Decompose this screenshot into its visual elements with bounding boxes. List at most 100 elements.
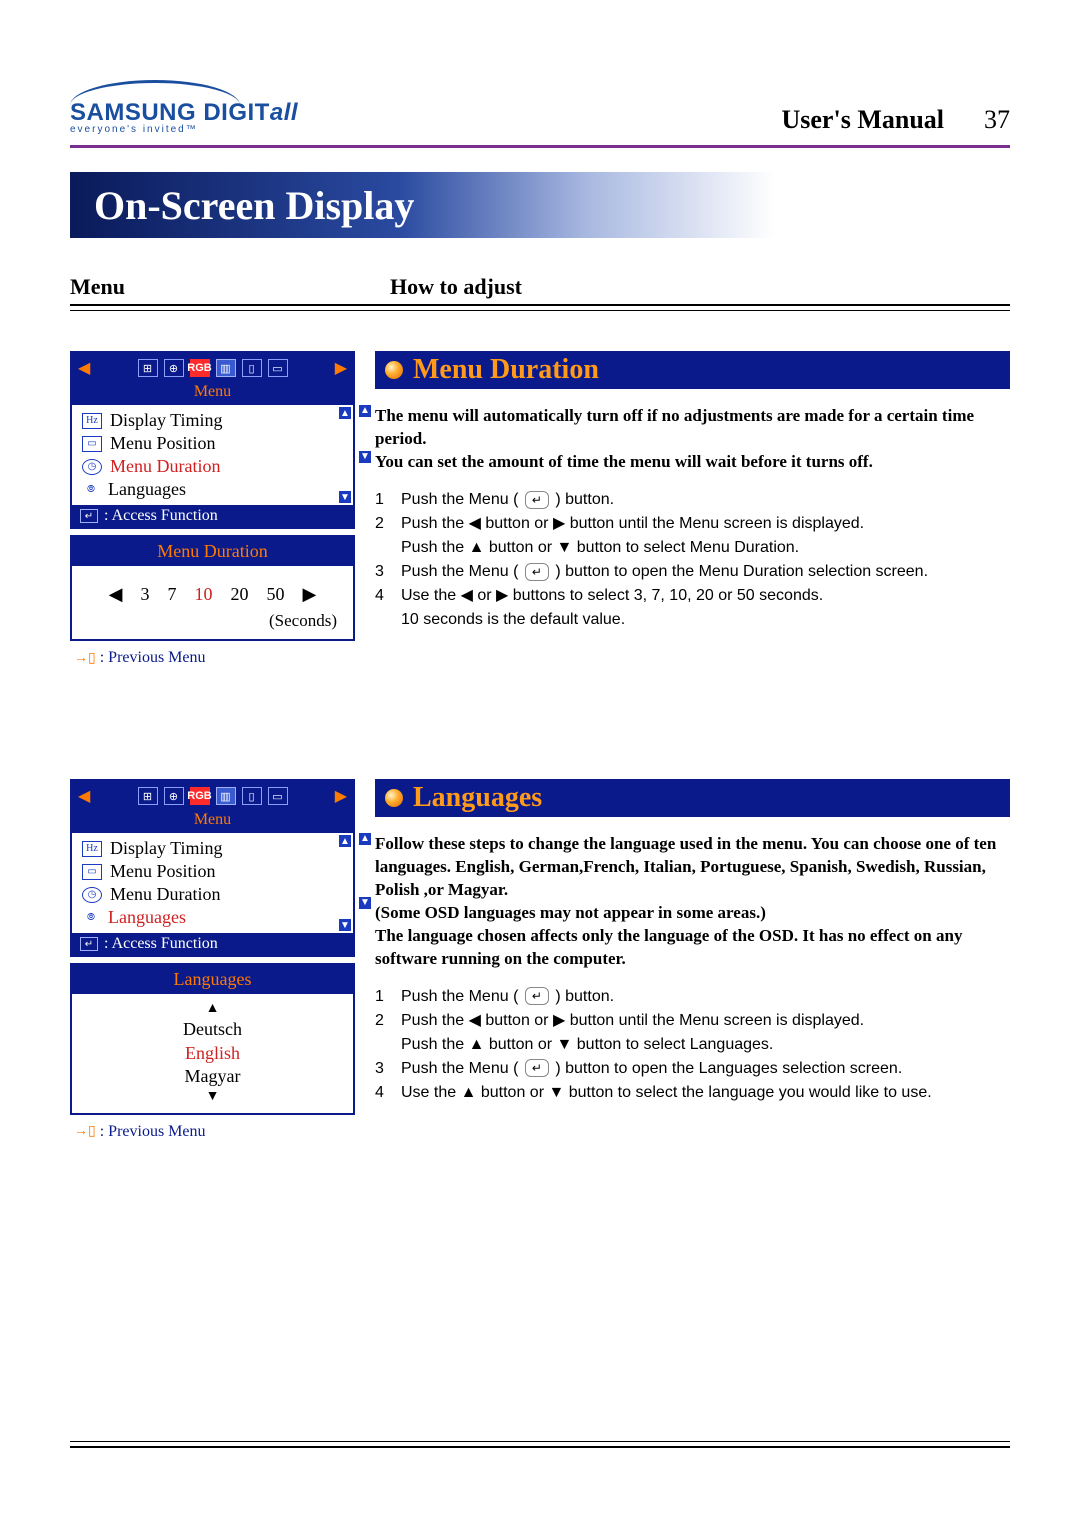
steps-list: 1Push the Menu ( ↵ ) button. 2Push the ◀… xyxy=(375,985,1010,1105)
col-howto: How to adjust xyxy=(390,274,1010,300)
osd-item-display-timing: HzDisplay Timing xyxy=(72,409,353,432)
osd-duration-values: ◀ 3 7 10 20 50 ▶ (Seconds) xyxy=(72,566,353,639)
osd-menu-list: ▲ HzDisplay Timing ▭Menu Position ◷Menu … xyxy=(72,405,353,505)
arrow-right-icon: ▶ xyxy=(335,358,347,378)
osd-foot: ↵: Access Function xyxy=(72,933,353,955)
topic-bar-duration: Menu Duration xyxy=(375,351,1010,389)
arrow-down-icon: ▼ xyxy=(72,1088,353,1106)
screen-icon: ▭ xyxy=(268,359,288,377)
bullet-icon xyxy=(385,789,403,807)
intro-text: ▲ ▼ The menu will automatically turn off… xyxy=(375,405,1010,474)
footer-rule xyxy=(70,1441,1010,1448)
brand-suffix: all xyxy=(270,99,298,126)
osd-item-display-timing: HzDisplay Timing xyxy=(72,837,353,860)
osd-foot: ↵: Access Function xyxy=(72,505,353,527)
arrow-left-icon: ◀ xyxy=(109,584,123,605)
duration-value: 50 xyxy=(267,584,285,605)
topic-title: Menu Duration xyxy=(413,354,599,386)
osd-item-menu-position: ▭Menu Position xyxy=(72,432,353,455)
osd-duration-panel: Menu Duration ◀ 3 7 10 20 50 ▶ (Seconds) xyxy=(70,535,355,641)
scroll-up-icon: ▲ xyxy=(339,835,351,847)
osd-item-menu-duration: ◷Menu Duration xyxy=(72,455,353,478)
enter-icon: ↵ xyxy=(525,1059,549,1077)
scroll-up-icon: ▲ xyxy=(359,405,371,417)
osd-menu-label: Menu xyxy=(72,811,353,833)
osd-menu-panel: ◀ ⊞ ⊕ RGB ▥ ▯ ▭ ▶ Menu ▲ HzDisplay Timin… xyxy=(70,779,355,957)
doc-icon: ▯ xyxy=(242,787,262,805)
step-text: Use the ▲ button or ▼ button to select t… xyxy=(401,1081,932,1105)
duration-value-selected: 10 xyxy=(195,584,213,605)
menu-icon: ▥ xyxy=(216,359,236,377)
scroll-up-icon: ▲ xyxy=(339,407,351,419)
prev-icon: →▯ xyxy=(74,650,96,667)
arrow-right-icon: ▶ xyxy=(335,786,347,806)
language-option-selected: English xyxy=(72,1042,353,1065)
topic-title: Languages xyxy=(413,782,542,814)
intro-text: ▲ ▼ Follow these steps to change the lan… xyxy=(375,833,1010,971)
osd-item-menu-duration: ◷Menu Duration xyxy=(72,883,353,906)
arrow-up-icon: ▲ xyxy=(72,1000,353,1018)
position-icon: ⊞ xyxy=(138,787,158,805)
brand-tagline: everyone's invited™ xyxy=(70,125,298,135)
step-text: Push the ◀ button or ▶ button until the … xyxy=(401,1009,864,1057)
duration-value: 3 xyxy=(141,584,150,605)
steps-list: 1Push the Menu ( ↵ ) button. 2Push the ◀… xyxy=(375,488,1010,632)
adjust-icon: ⊕ xyxy=(164,787,184,805)
enter-icon: ↵ xyxy=(80,937,98,951)
position-icon: ⊞ xyxy=(138,359,158,377)
scroll-down-icon: ▼ xyxy=(339,491,351,503)
column-rule xyxy=(70,304,1010,311)
osd-menu-label: Menu xyxy=(72,383,353,405)
osd-sub-title: Languages xyxy=(72,965,353,994)
step-text: Push the ◀ button or ▶ button until the … xyxy=(401,512,864,560)
brand-logo: SAMSUNG DIGITall everyone's invited™ xyxy=(70,80,298,135)
osd-sub-title: Menu Duration xyxy=(72,537,353,566)
arrow-right-icon: ▶ xyxy=(303,584,317,605)
osd-item-languages: ⦾Languages xyxy=(72,478,353,501)
manual-title: User's Manual xyxy=(782,105,945,135)
menu-icon: ▥ xyxy=(216,787,236,805)
duration-unit: (Seconds) xyxy=(82,611,343,631)
bullet-icon xyxy=(385,361,403,379)
duration-value: 20 xyxy=(231,584,249,605)
col-menu: Menu xyxy=(70,274,390,300)
page-header: SAMSUNG DIGITall everyone's invited™ Use… xyxy=(70,80,1010,135)
arrow-left-icon: ◀ xyxy=(78,786,90,806)
scroll-up-icon: ▲ xyxy=(359,833,371,845)
adjust-icon: ⊕ xyxy=(164,359,184,377)
column-headers: Menu How to adjust xyxy=(70,274,1010,300)
enter-icon: ↵ xyxy=(80,509,98,523)
language-option: Magyar xyxy=(72,1065,353,1088)
prev-icon: →▯ xyxy=(74,1123,96,1140)
osd-languages-panel: Languages ▲ Deutsch English Magyar ▼ xyxy=(70,963,355,1115)
osd-language-values: ▲ Deutsch English Magyar ▼ xyxy=(72,994,353,1113)
enter-icon: ↵ xyxy=(525,987,549,1005)
doc-icon: ▯ xyxy=(242,359,262,377)
osd-previous-hint: →▯: Previous Menu xyxy=(70,1121,355,1143)
brand-text: SAMSUNG DIGIT xyxy=(70,99,270,126)
language-option: Deutsch xyxy=(72,1018,353,1041)
scroll-down-icon: ▼ xyxy=(359,897,371,909)
enter-icon: ↵ xyxy=(525,491,549,509)
screen-icon: ▭ xyxy=(268,787,288,805)
section-title: On-Screen Display xyxy=(94,182,414,229)
header-rule xyxy=(70,145,1010,148)
rgb-icon: RGB xyxy=(190,787,210,805)
osd-item-languages: ⦾Languages xyxy=(72,906,353,929)
osd-topbar: ◀ ⊞ ⊕ RGB ▥ ▯ ▭ ▶ xyxy=(72,353,353,383)
osd-menu-list: ▲ HzDisplay Timing ▭Menu Position ◷Menu … xyxy=(72,833,353,933)
osd-topbar: ◀ ⊞ ⊕ RGB ▥ ▯ ▭ ▶ xyxy=(72,781,353,811)
duration-value: 7 xyxy=(168,584,177,605)
scroll-down-icon: ▼ xyxy=(339,919,351,931)
enter-icon: ↵ xyxy=(525,563,549,581)
section-banner: On-Screen Display xyxy=(70,172,1010,238)
scroll-down-icon: ▼ xyxy=(359,451,371,463)
rgb-icon: RGB xyxy=(190,359,210,377)
osd-previous-hint: →▯: Previous Menu xyxy=(70,647,355,669)
arrow-left-icon: ◀ xyxy=(78,358,90,378)
page-number: 37 xyxy=(984,105,1010,135)
osd-item-menu-position: ▭Menu Position xyxy=(72,860,353,883)
osd-menu-panel: ◀ ⊞ ⊕ RGB ▥ ▯ ▭ ▶ Menu ▲ HzDisplay Timin… xyxy=(70,351,355,529)
step-text: Use the ◀ or ▶ buttons to select 3, 7, 1… xyxy=(401,584,823,632)
topic-bar-languages: Languages xyxy=(375,779,1010,817)
